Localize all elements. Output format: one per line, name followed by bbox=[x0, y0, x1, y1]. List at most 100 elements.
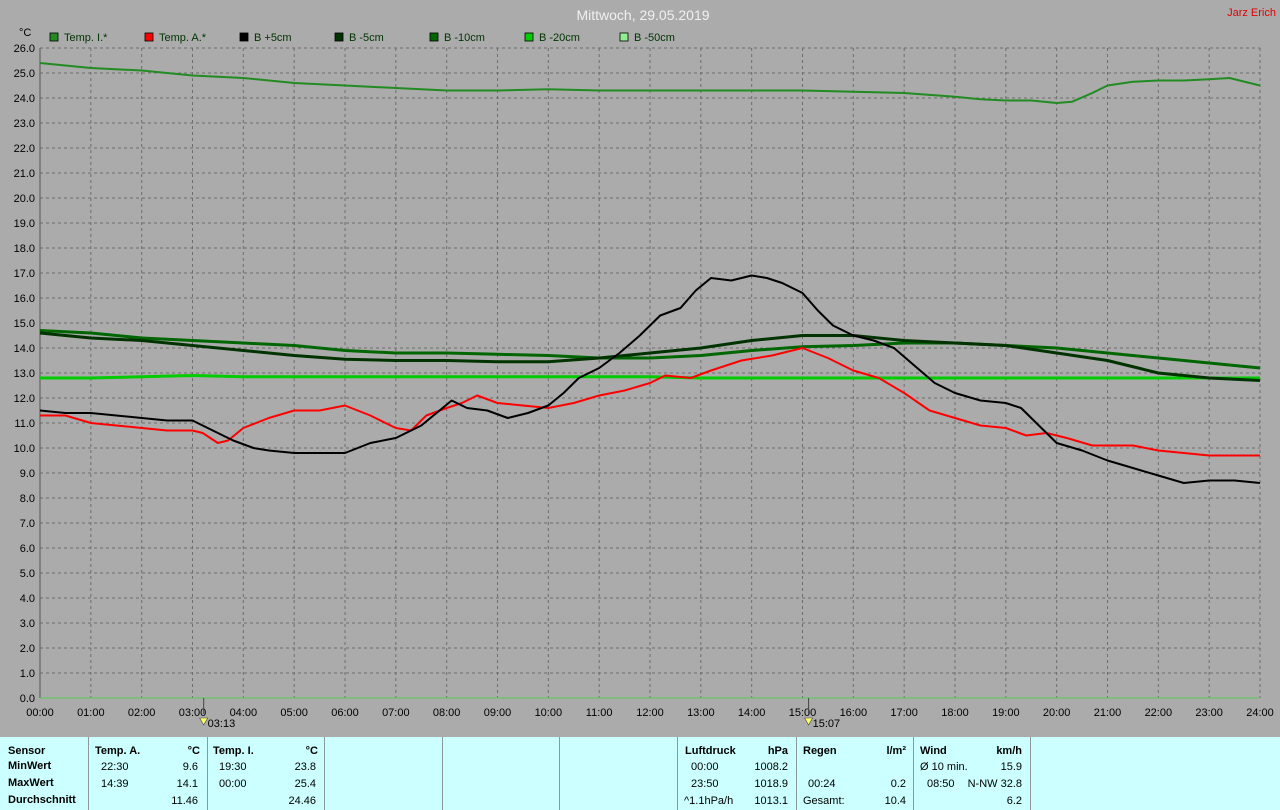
luftdruck-min-value: 1008.2 bbox=[754, 761, 788, 773]
luftdruck-header: Luftdruck bbox=[685, 745, 736, 757]
y-tick-label: 3.0 bbox=[20, 618, 35, 630]
x-tick-label: 05:00 bbox=[280, 707, 308, 719]
x-tick-label: 02:00 bbox=[128, 707, 156, 719]
legend-label: Temp. A.* bbox=[159, 32, 207, 44]
y-tick-label: 13.0 bbox=[14, 368, 35, 380]
regen-total-value: 10.4 bbox=[884, 795, 906, 807]
separator bbox=[796, 737, 797, 810]
y-unit-label: °C bbox=[19, 27, 31, 39]
x-tick-label: 24:00 bbox=[1246, 707, 1274, 719]
temp-i-unit: °C bbox=[305, 745, 318, 757]
separator bbox=[88, 737, 89, 810]
temp-i-avg: 24.46 bbox=[288, 795, 316, 807]
y-tick-label: 6.0 bbox=[20, 543, 35, 555]
temp-i-min-value: 23.8 bbox=[294, 761, 316, 773]
luftdruck-trend: ^1.1hPa/h bbox=[684, 795, 734, 807]
wind-unit: km/h bbox=[996, 745, 1022, 757]
y-tick-label: 14.0 bbox=[14, 343, 35, 355]
luftdruck-min-time: 00:00 bbox=[691, 761, 719, 773]
y-tick-label: 24.0 bbox=[14, 93, 35, 105]
separator bbox=[324, 737, 325, 810]
statistics-panel: Sensor MinWert MaxWert Durchschnitt Temp… bbox=[0, 737, 1280, 810]
legend-swatch bbox=[334, 32, 344, 42]
wind-gust-value: N-NW 32.8 bbox=[967, 778, 1022, 790]
y-tick-label: 19.0 bbox=[14, 218, 35, 230]
y-tick-label: 18.0 bbox=[14, 243, 35, 255]
x-tick-label: 08:00 bbox=[433, 707, 461, 719]
temp-a-unit: °C bbox=[187, 745, 200, 757]
row-avg-label: Durchschnitt bbox=[8, 794, 76, 806]
temp-a-header: Temp. A. bbox=[95, 745, 141, 757]
marker-label: 03:13 bbox=[208, 718, 236, 730]
temp-a-max-value: 14.1 bbox=[176, 778, 198, 790]
legend-swatch bbox=[619, 32, 629, 42]
y-tick-label: 7.0 bbox=[20, 518, 35, 530]
marker-label: 15:07 bbox=[813, 718, 841, 730]
y-tick-label: 10.0 bbox=[14, 443, 35, 455]
x-tick-label: 00:00 bbox=[26, 707, 54, 719]
y-tick-label: 8.0 bbox=[20, 493, 35, 505]
row-max-label: MaxWert bbox=[8, 777, 54, 789]
regen-total-label: Gesamt: bbox=[803, 795, 845, 807]
separator bbox=[442, 737, 443, 810]
chart-title: Mittwoch, 29.05.2019 bbox=[576, 7, 709, 23]
x-tick-label: 16:00 bbox=[840, 707, 868, 719]
x-tick-label: 14:00 bbox=[738, 707, 766, 719]
y-tick-label: 22.0 bbox=[14, 143, 35, 155]
x-tick-label: 01:00 bbox=[77, 707, 105, 719]
x-tick-label: 22:00 bbox=[1145, 707, 1173, 719]
legend-swatch bbox=[144, 32, 154, 42]
x-tick-label: 21:00 bbox=[1094, 707, 1122, 719]
x-tick-label: 13:00 bbox=[687, 707, 715, 719]
y-tick-label: 12.0 bbox=[14, 393, 35, 405]
wind-avg-value: 15.9 bbox=[1000, 761, 1022, 773]
y-tick-label: 20.0 bbox=[14, 193, 35, 205]
x-tick-label: 03:00 bbox=[179, 707, 207, 719]
y-tick-label: 25.0 bbox=[14, 68, 35, 80]
y-tick-label: 4.0 bbox=[20, 593, 35, 605]
wind-current-value: 6.2 bbox=[1006, 795, 1022, 807]
temperature-chart: Mittwoch, 29.05.2019 Jarz Erich °C Temp.… bbox=[0, 0, 1280, 737]
separator bbox=[1030, 737, 1031, 810]
regen-time: 00:24 bbox=[808, 778, 836, 790]
author-label: Jarz Erich bbox=[1227, 7, 1276, 19]
y-tick-label: 9.0 bbox=[20, 468, 35, 480]
legend-label: B -10cm bbox=[444, 32, 485, 44]
legend-swatch bbox=[49, 32, 59, 42]
wind-avg-label: Ø 10 min. bbox=[920, 761, 968, 773]
x-tick-label: 17:00 bbox=[890, 707, 918, 719]
regen-unit: l/m² bbox=[886, 745, 906, 757]
luftdruck-max-value: 1018.9 bbox=[754, 778, 788, 790]
y-tick-label: 16.0 bbox=[14, 293, 35, 305]
temp-a-min-value: 9.6 bbox=[182, 761, 198, 773]
temp-i-header: Temp. I. bbox=[213, 745, 254, 757]
legend-label: B -5cm bbox=[349, 32, 384, 44]
x-tick-label: 11:00 bbox=[586, 707, 613, 719]
temp-a-max-time: 14:39 bbox=[101, 778, 129, 790]
legend-label: B -50cm bbox=[634, 32, 675, 44]
separator bbox=[913, 737, 914, 810]
y-tick-label: 5.0 bbox=[20, 568, 35, 580]
sensor-header: Sensor bbox=[8, 745, 46, 757]
legend-label: B +5cm bbox=[254, 32, 292, 44]
separator bbox=[207, 737, 208, 810]
x-tick-label: 19:00 bbox=[992, 707, 1020, 719]
luftdruck-unit: hPa bbox=[767, 745, 788, 757]
legend-swatch bbox=[239, 32, 249, 42]
y-tick-label: 11.0 bbox=[14, 418, 35, 430]
y-tick-label: 17.0 bbox=[14, 268, 35, 280]
wind-gust-time: 08:50 bbox=[927, 778, 955, 790]
y-tick-label: 0.0 bbox=[20, 693, 35, 705]
y-tick-label: 21.0 bbox=[14, 168, 35, 180]
x-tick-label: 23:00 bbox=[1195, 707, 1223, 719]
x-tick-label: 12:00 bbox=[636, 707, 664, 719]
wind-header: Wind bbox=[920, 745, 947, 757]
y-tick-label: 23.0 bbox=[14, 118, 35, 130]
regen-value: 0.2 bbox=[890, 778, 906, 790]
y-tick-label: 15.0 bbox=[14, 318, 35, 330]
x-tick-label: 09:00 bbox=[484, 707, 512, 719]
temp-a-min-time: 22:30 bbox=[101, 761, 129, 773]
x-tick-label: 20:00 bbox=[1043, 707, 1071, 719]
temp-i-max-time: 00:00 bbox=[219, 778, 247, 790]
legend-label: B -20cm bbox=[539, 32, 580, 44]
